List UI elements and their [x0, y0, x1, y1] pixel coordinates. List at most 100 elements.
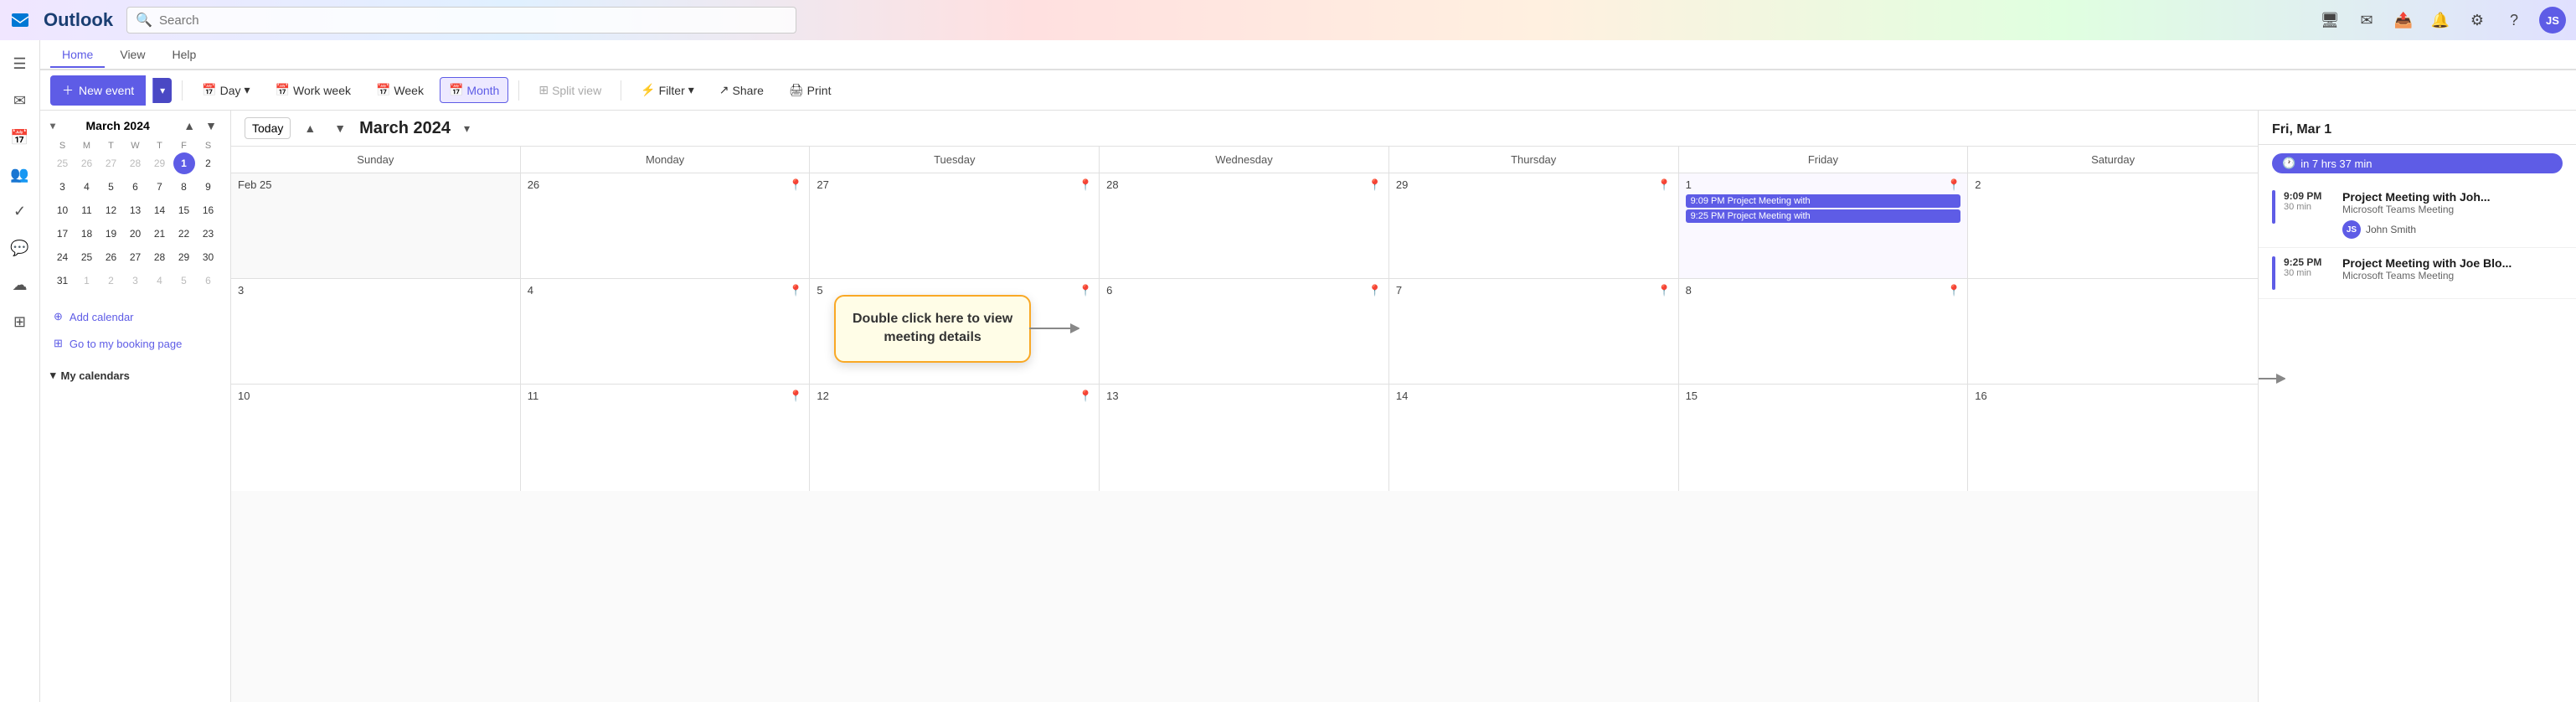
nav-icon-cloud[interactable]: ☁ — [3, 268, 37, 302]
mini-day[interactable]: 28 — [125, 152, 147, 174]
cal-cell-mar10[interactable]: 10 — [231, 385, 521, 490]
mini-day[interactable]: 7 — [149, 176, 171, 198]
mini-day[interactable]: 29 — [149, 152, 171, 174]
mini-day[interactable]: 15 — [173, 199, 195, 221]
monitor-icon[interactable]: 🖥 — [2318, 8, 2342, 32]
mini-day[interactable]: 23 — [198, 223, 219, 245]
cal-cell-mar2[interactable]: 2 — [1968, 173, 2258, 278]
avatar[interactable]: JS — [2539, 7, 2566, 34]
mini-day[interactable]: 25 — [52, 152, 74, 174]
view-workweek-button[interactable]: 📅 Work week — [266, 77, 360, 103]
mini-day[interactable]: 4 — [149, 270, 171, 292]
cal-cell-mar11[interactable]: 11 📍 — [521, 385, 811, 490]
nav-icon-people[interactable]: 👥 — [3, 157, 37, 191]
mini-day[interactable]: 18 — [76, 223, 98, 245]
mini-day[interactable]: 27 — [100, 152, 122, 174]
cal-cell-mar12[interactable]: 12 📍 — [810, 385, 1100, 490]
settings-icon[interactable]: ⚙ — [2465, 8, 2489, 32]
help-icon[interactable]: ? — [2502, 8, 2526, 32]
mini-day[interactable]: 3 — [52, 176, 74, 198]
mini-day[interactable]: 3 — [125, 270, 147, 292]
mini-day[interactable]: 14 — [149, 199, 171, 221]
mini-day[interactable]: 17 — [52, 223, 74, 245]
mini-day[interactable]: 6 — [125, 176, 147, 198]
mini-day[interactable]: 4 — [76, 176, 98, 198]
nav-icon-grid[interactable]: ⊞ — [3, 305, 37, 338]
cal-cell-mar14[interactable]: 14 — [1389, 385, 1679, 490]
cal-cell-mar28[interactable]: 28 📍 — [1100, 173, 1389, 278]
mini-day-today[interactable]: 1 — [173, 152, 195, 174]
mini-day[interactable]: 27 — [125, 246, 147, 268]
print-button[interactable]: 🖨 Print — [780, 77, 841, 103]
view-week-button[interactable]: 📅 Week — [367, 77, 433, 103]
cal-cell-mar9[interactable] — [1968, 279, 2258, 384]
event-card-2[interactable]: 9:25 PM 30 min Project Meeting with Joe … — [2259, 248, 2576, 299]
nav-icon-calendar[interactable]: 📅 — [3, 121, 37, 154]
cal-cell-mar29[interactable]: 29 📍 — [1389, 173, 1679, 278]
mini-day[interactable]: 1 — [76, 270, 98, 292]
add-calendar-link[interactable]: ⊕ Add calendar — [50, 305, 220, 328]
view-month-button[interactable]: 📅 Month — [440, 77, 508, 103]
cal-cell-feb25[interactable]: Feb 25 — [231, 173, 521, 278]
mini-day[interactable]: 2 — [198, 152, 219, 174]
cal-cell-mar1[interactable]: 1 📍 9:09 PM Project Meeting with 9:25 PM… — [1679, 173, 1969, 278]
mini-day[interactable]: 16 — [198, 199, 219, 221]
mini-day[interactable]: 26 — [76, 152, 98, 174]
tab-view[interactable]: View — [108, 43, 157, 68]
filter-button[interactable]: ⚡ Filter ▾ — [631, 77, 703, 103]
mini-day[interactable]: 22 — [173, 223, 195, 245]
mini-day[interactable]: 5 — [100, 176, 122, 198]
mini-day[interactable]: 26 — [100, 246, 122, 268]
mini-day[interactable]: 13 — [125, 199, 147, 221]
mini-day[interactable]: 2 — [100, 270, 122, 292]
mini-day[interactable]: 5 — [173, 270, 195, 292]
cal-cell-mar8[interactable]: 8 📍 — [1679, 279, 1969, 384]
nav-icon-mail[interactable]: ✉ — [3, 84, 37, 117]
tab-home[interactable]: Home — [50, 43, 105, 68]
cal-cell-mar6[interactable]: 6 📍 — [1100, 279, 1389, 384]
bell-icon[interactable]: 🔔 — [2429, 8, 2452, 32]
title-dropdown[interactable]: ▾ — [459, 118, 475, 139]
mini-day[interactable]: 8 — [173, 176, 195, 198]
cal-cell-mar4[interactable]: 4 📍 — [521, 279, 811, 384]
today-button[interactable]: Today — [245, 117, 291, 139]
search-bar[interactable]: 🔍 — [126, 7, 796, 34]
cal-cell-mar7[interactable]: 7 📍 — [1389, 279, 1679, 384]
mini-day[interactable]: 20 — [125, 223, 147, 245]
nav-icon-menu[interactable]: ☰ — [3, 47, 37, 80]
send-icon[interactable]: 📤 — [2392, 8, 2415, 32]
cal-event-1[interactable]: 9:09 PM Project Meeting with — [1686, 194, 1961, 208]
cal-cell-mar15[interactable]: 15 — [1679, 385, 1969, 490]
mini-day[interactable]: 29 — [173, 246, 195, 268]
cal-cell-mar13[interactable]: 13 — [1100, 385, 1389, 490]
mini-cal-prev[interactable]: ▲ — [180, 117, 198, 134]
mini-day[interactable]: 28 — [149, 246, 171, 268]
mini-day[interactable]: 10 — [52, 199, 74, 221]
new-event-button[interactable]: ＋ New event — [50, 75, 146, 106]
mini-day[interactable]: 25 — [76, 246, 98, 268]
view-day-button[interactable]: 📅 Day ▾ — [193, 77, 259, 103]
mini-day[interactable]: 21 — [149, 223, 171, 245]
cal-event-2[interactable]: 9:25 PM Project Meeting with — [1686, 209, 1961, 223]
mini-day[interactable]: 9 — [198, 176, 219, 198]
cal-cell-mar26[interactable]: 26 📍 — [521, 173, 811, 278]
split-view-button[interactable]: ⊞ Split view — [529, 77, 611, 103]
mini-day[interactable]: 12 — [100, 199, 122, 221]
share-button[interactable]: ↗ Share — [710, 77, 773, 103]
event-card-1[interactable]: 9:09 PM 30 min Project Meeting with Joh.… — [2259, 182, 2576, 248]
mini-day[interactable]: 30 — [198, 246, 219, 268]
prev-month-button[interactable]: ▲ — [299, 118, 321, 138]
collapse-icon[interactable]: ▾ — [50, 120, 55, 132]
cal-cell-mar16[interactable]: 16 — [1968, 385, 2258, 490]
booking-page-link[interactable]: ⊞ Go to my booking page — [50, 332, 220, 355]
tab-help[interactable]: Help — [160, 43, 208, 68]
mini-day[interactable]: 24 — [52, 246, 74, 268]
cal-cell-mar3[interactable]: 3 — [231, 279, 521, 384]
mini-cal-next[interactable]: ▼ — [202, 117, 220, 134]
new-event-dropdown[interactable]: ▾ — [152, 78, 172, 103]
mini-day[interactable]: 19 — [100, 223, 122, 245]
nav-icon-chat[interactable]: 💬 — [3, 231, 37, 265]
next-month-button[interactable]: ▼ — [329, 118, 351, 138]
search-input[interactable] — [159, 13, 787, 28]
mini-day[interactable]: 11 — [76, 199, 98, 221]
